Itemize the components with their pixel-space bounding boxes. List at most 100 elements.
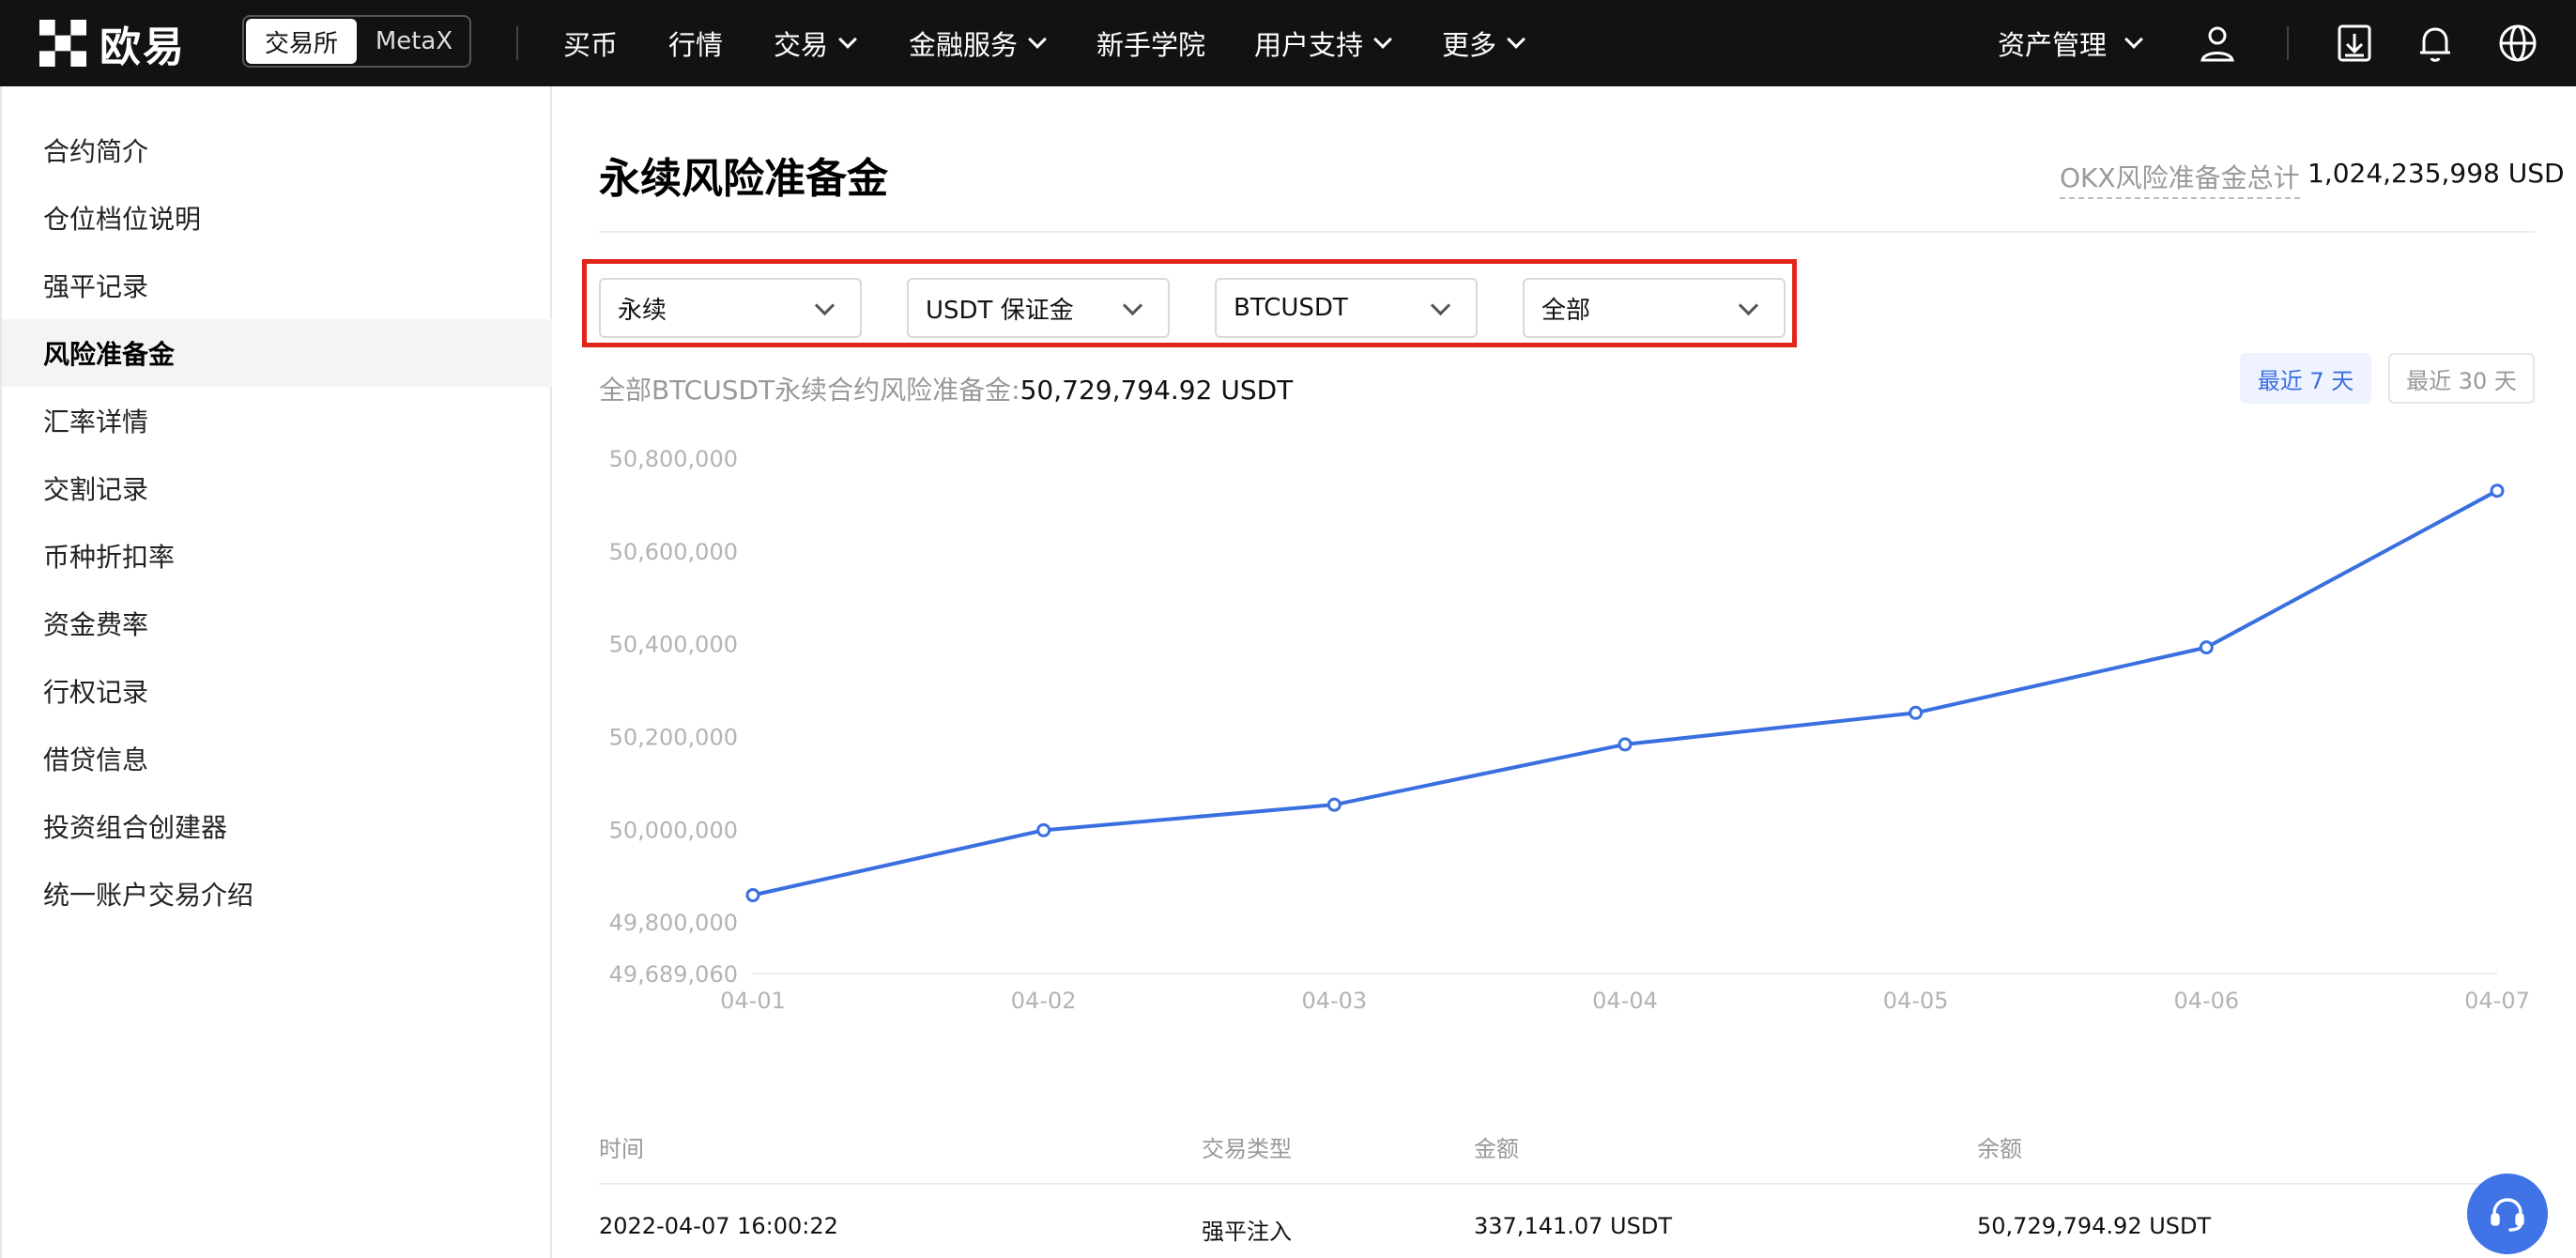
summary-value: 50,729,794.92 USDT bbox=[1020, 375, 1294, 406]
sidebar-item-unified-account[interactable]: 统一账户交易介绍 bbox=[2, 860, 552, 928]
y-tick-label: 50,800,000 bbox=[609, 446, 738, 472]
data-point bbox=[2199, 640, 2214, 655]
x-tick-label: 04-01 bbox=[720, 988, 786, 1014]
chevron-down-icon bbox=[1430, 295, 1451, 316]
sidebar-item-liquidation-records[interactable]: 强平记录 bbox=[2, 252, 552, 319]
nav-link-label: 买币 bbox=[563, 29, 619, 61]
nav-link-label: 新手学院 bbox=[1096, 29, 1206, 61]
nav-link-label: 资产管理 bbox=[1998, 29, 2108, 61]
data-point bbox=[2490, 483, 2505, 499]
nav-asset-management[interactable]: 资产管理 bbox=[1998, 0, 2143, 86]
reserve-summary: 全部BTCUSDT永续合约风险准备金:50,729,794.92 USDT bbox=[599, 370, 1293, 407]
chevron-down-icon bbox=[1738, 295, 1759, 316]
bell-icon[interactable] bbox=[2413, 21, 2458, 66]
reserve-line-chart: 50,800,000 50,600,000 50,400,000 50,200,000… bbox=[609, 446, 2530, 1014]
select-value: USDT 保证金 bbox=[926, 296, 1074, 325]
record-type-select[interactable]: 全部 bbox=[1523, 278, 1786, 338]
nav-academy[interactable]: 新手学院 bbox=[1096, 0, 1205, 86]
y-tick-label: 50,600,000 bbox=[609, 539, 738, 565]
brand-name: 欧易 bbox=[100, 23, 186, 71]
table-cell-balance: 50,729,794.92 USDT bbox=[1977, 1213, 2212, 1239]
switch-metax[interactable]: MetaX bbox=[359, 17, 469, 66]
x-tick-label: 04-06 bbox=[2173, 988, 2239, 1014]
nav-link-label: 更多 bbox=[1442, 29, 1497, 61]
sidebar-item-risk-reserve[interactable]: 风险准备金 bbox=[2, 319, 552, 387]
chevron-down-icon bbox=[1028, 30, 1047, 49]
sidebar: 合约简介 仓位档位说明 强平记录 风险准备金 汇率详情 交割记录 币种折扣率 资… bbox=[0, 86, 552, 1258]
sidebar-item-contract-intro[interactable]: 合约简介 bbox=[2, 116, 552, 184]
sidebar-item-position-tiers[interactable]: 仓位档位说明 bbox=[2, 184, 552, 252]
chevron-down-icon bbox=[1373, 30, 1392, 49]
data-point bbox=[745, 888, 760, 903]
y-tick-label: 50,000,000 bbox=[609, 817, 738, 843]
nav-support[interactable]: 用户支持 bbox=[1254, 0, 1392, 86]
y-tick-label: 50,200,000 bbox=[609, 725, 738, 751]
chevron-down-icon bbox=[2124, 30, 2143, 49]
x-tick-label: 04-02 bbox=[1011, 988, 1077, 1014]
brand-logo[interactable]: 欧易 bbox=[39, 19, 186, 71]
x-tick-label: 04-03 bbox=[1301, 988, 1367, 1014]
table-header-amount: 金额 bbox=[1474, 1136, 1519, 1162]
table-header-type: 交易类型 bbox=[1202, 1136, 1292, 1162]
data-point bbox=[1909, 705, 1924, 720]
nav-link-label: 用户支持 bbox=[1254, 29, 1364, 61]
total-reserve-value: 1,024,235,998 USD bbox=[2308, 158, 2565, 189]
nav-divider bbox=[516, 26, 518, 60]
y-tick-label: 49,800,000 bbox=[609, 910, 738, 936]
x-tick-label: 04-04 bbox=[1592, 988, 1658, 1014]
sidebar-item-exercise-records[interactable]: 行权记录 bbox=[2, 657, 552, 725]
page-title: 永续风险准备金 bbox=[599, 155, 888, 203]
select-value: 全部 bbox=[1541, 296, 1591, 325]
range-30-days-button[interactable]: 最近 30 天 bbox=[2388, 353, 2535, 404]
table-cell-type: 强平注入 bbox=[1202, 1219, 1292, 1245]
data-point bbox=[1326, 797, 1342, 812]
range-7-days-button[interactable]: 最近 7 天 bbox=[2240, 353, 2371, 404]
table-cell-time: 2022-04-07 16:00:22 bbox=[599, 1213, 838, 1239]
select-value: 永续 bbox=[618, 296, 667, 325]
data-point bbox=[1618, 737, 1633, 752]
margin-type-select[interactable]: USDT 保证金 bbox=[907, 278, 1170, 338]
platform-switch: 交易所 MetaX bbox=[242, 15, 471, 68]
symbol-select[interactable]: BTCUSDT bbox=[1215, 278, 1478, 338]
select-value: BTCUSDT bbox=[1234, 294, 1348, 322]
sidebar-item-exchange-rate[interactable]: 汇率详情 bbox=[2, 387, 552, 454]
summary-label: 全部BTCUSDT永续合约风险准备金: bbox=[599, 375, 1020, 406]
table-cell-amount: 337,141.07 USDT bbox=[1474, 1213, 1672, 1239]
total-reserve-label[interactable]: OKX风险准备金总计 bbox=[2060, 158, 2300, 199]
download-icon[interactable] bbox=[2332, 21, 2377, 66]
y-tick-label: 50,400,000 bbox=[609, 632, 738, 658]
headset-icon bbox=[2491, 1198, 2524, 1232]
globe-icon[interactable] bbox=[2495, 21, 2540, 66]
data-point bbox=[1036, 822, 1051, 837]
chevron-down-icon bbox=[838, 30, 857, 49]
x-tick-label: 04-05 bbox=[1883, 988, 1949, 1014]
nav-divider bbox=[2287, 26, 2289, 60]
nav-link-label: 行情 bbox=[668, 29, 724, 61]
sidebar-item-lending-info[interactable]: 借贷信息 bbox=[2, 725, 552, 792]
nav-more[interactable]: 更多 bbox=[1442, 0, 1526, 86]
table-header-balance: 余额 bbox=[1977, 1136, 2022, 1162]
nav-link-label: 交易 bbox=[774, 29, 829, 61]
series-line bbox=[752, 488, 2498, 897]
sidebar-item-portfolio-builder[interactable]: 投资组合创建器 bbox=[2, 792, 552, 860]
contract-type-select[interactable]: 永续 bbox=[599, 278, 862, 338]
sidebar-item-discount-rate[interactable]: 币种折扣率 bbox=[2, 522, 552, 590]
table-divider bbox=[599, 1183, 2535, 1185]
customer-support-button[interactable] bbox=[2467, 1174, 2548, 1254]
switch-exchange[interactable]: 交易所 bbox=[246, 19, 357, 64]
okx-logo-icon bbox=[39, 20, 86, 67]
sidebar-item-delivery-records[interactable]: 交割记录 bbox=[2, 454, 552, 522]
chevron-down-icon bbox=[1507, 30, 1526, 49]
x-tick-label: 04-07 bbox=[2464, 988, 2530, 1014]
header-divider bbox=[599, 231, 2535, 233]
y-tick-label: 49,689,060 bbox=[609, 961, 738, 988]
nav-buy-crypto[interactable]: 买币 bbox=[563, 0, 618, 86]
sidebar-item-funding-rate[interactable]: 资金费率 bbox=[2, 590, 552, 657]
nav-trade[interactable]: 交易 bbox=[774, 0, 857, 86]
nav-markets[interactable]: 行情 bbox=[668, 0, 723, 86]
chevron-down-icon bbox=[1122, 295, 1143, 316]
chevron-down-icon bbox=[814, 295, 836, 316]
user-icon[interactable] bbox=[2195, 21, 2240, 66]
nav-link-label: 金融服务 bbox=[909, 29, 1019, 61]
nav-finance[interactable]: 金融服务 bbox=[909, 0, 1047, 86]
